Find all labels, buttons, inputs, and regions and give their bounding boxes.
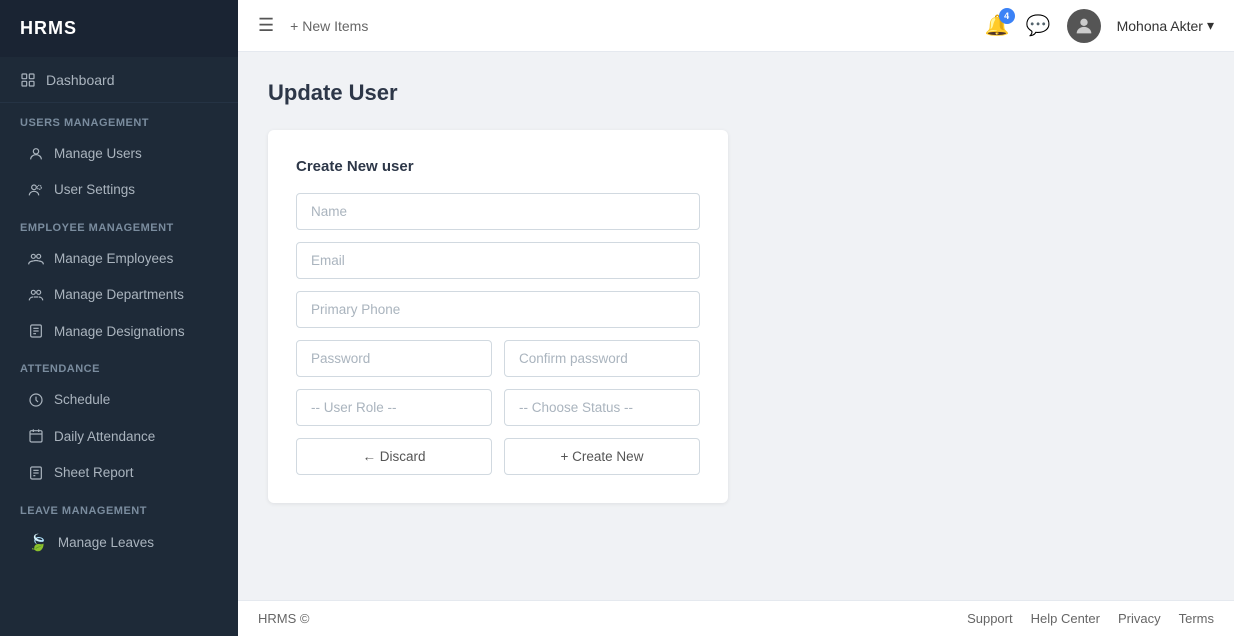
form-card-title: Create New user xyxy=(296,158,700,175)
notification-badge: 4 xyxy=(999,8,1015,24)
sidebar-item-daily-attendance[interactable]: Daily Attendance xyxy=(0,418,238,454)
password-row xyxy=(296,340,700,377)
choose-status-input[interactable] xyxy=(504,389,700,426)
footer-helpcenter-link[interactable]: Help Center xyxy=(1031,611,1100,626)
phone-input[interactable] xyxy=(296,291,700,328)
dashboard-label: Dashboard xyxy=(46,72,115,88)
sidebar-item-manage-users[interactable]: Manage Users xyxy=(0,135,238,171)
section-attendance: Attendance xyxy=(0,349,238,381)
schedule-label: Schedule xyxy=(54,392,110,407)
topbar-icons: 🔔 4 💬 Mohona Akter ▾ xyxy=(985,9,1214,43)
sidebar-item-manage-employees[interactable]: Manage Employees xyxy=(0,240,238,276)
sidebar-item-dashboard[interactable]: Dashboard xyxy=(0,57,238,103)
name-input[interactable] xyxy=(296,193,700,230)
sidebar-item-manage-designations[interactable]: Manage Designations xyxy=(0,313,238,349)
notification-button[interactable]: 🔔 4 xyxy=(985,13,1010,38)
user-name-button[interactable]: Mohona Akter ▾ xyxy=(1117,17,1214,34)
footer: HRMS © Support Help Center Privacy Terms xyxy=(238,600,1234,636)
manage-employees-icon xyxy=(28,250,44,266)
email-input[interactable] xyxy=(296,242,700,279)
manage-users-icon xyxy=(28,145,44,161)
footer-copy: HRMS © xyxy=(258,611,309,626)
user-role-input[interactable] xyxy=(296,389,492,426)
topbar: ☰ + New Items 🔔 4 💬 Mohona Akter ▾ xyxy=(238,0,1234,52)
avatar xyxy=(1067,9,1101,43)
daily-attendance-icon xyxy=(28,428,44,444)
sidebar-item-sheet-report[interactable]: Sheet Report xyxy=(0,454,238,490)
create-user-form-card: Create New user ← Discard + Create New xyxy=(268,130,728,503)
footer-support-link[interactable]: Support xyxy=(967,611,1013,626)
user-settings-icon xyxy=(28,182,44,198)
form-actions: ← Discard + Create New xyxy=(296,438,700,475)
dropdown-chevron-icon: ▾ xyxy=(1207,17,1214,34)
page-title: Update User xyxy=(268,80,1204,106)
main-area: ☰ + New Items 🔔 4 💬 Mohona Akter ▾ Updat… xyxy=(238,0,1234,636)
password-input[interactable] xyxy=(296,340,492,377)
confirm-password-input[interactable] xyxy=(504,340,700,377)
sidebar-item-manage-leaves[interactable]: 🍃 Manage Leaves xyxy=(0,523,238,563)
sheet-report-icon xyxy=(28,464,44,480)
manage-departments-icon xyxy=(28,287,44,303)
app-logo: HRMS xyxy=(0,0,238,57)
manage-leaves-label: Manage Leaves xyxy=(58,535,154,550)
sidebar-item-manage-departments[interactable]: Manage Departments xyxy=(0,277,238,313)
manage-leaves-icon: 🍃 xyxy=(28,533,48,553)
new-items-button[interactable]: + New Items xyxy=(290,18,368,34)
daily-attendance-label: Daily Attendance xyxy=(54,429,155,444)
hamburger-menu-icon[interactable]: ☰ xyxy=(258,15,274,36)
footer-privacy-link[interactable]: Privacy xyxy=(1118,611,1161,626)
create-button[interactable]: + Create New xyxy=(504,438,700,475)
sidebar: HRMS Dashboard Users Management Manage U… xyxy=(0,0,238,636)
manage-employees-label: Manage Employees xyxy=(54,251,173,266)
schedule-icon xyxy=(28,391,44,407)
content-area: Update User Create New user ← Discard + … xyxy=(238,52,1234,600)
manage-designations-label: Manage Designations xyxy=(54,324,185,339)
dashboard-icon xyxy=(20,71,36,88)
role-status-row xyxy=(296,389,700,426)
manage-departments-label: Manage Departments xyxy=(54,287,184,302)
user-settings-label: User Settings xyxy=(54,182,135,197)
chat-icon[interactable]: 💬 xyxy=(1026,13,1051,38)
manage-users-label: Manage Users xyxy=(54,146,142,161)
sidebar-item-schedule[interactable]: Schedule xyxy=(0,381,238,417)
sidebar-item-user-settings[interactable]: User Settings xyxy=(0,172,238,208)
manage-designations-icon xyxy=(28,323,44,339)
section-employee-management: Employee Management xyxy=(0,208,238,240)
sheet-report-label: Sheet Report xyxy=(54,465,134,480)
footer-links: Support Help Center Privacy Terms xyxy=(967,611,1214,626)
section-leave-management: Leave Management xyxy=(0,491,238,523)
footer-terms-link[interactable]: Terms xyxy=(1179,611,1214,626)
section-users-management: Users Management xyxy=(0,103,238,135)
user-name-text: Mohona Akter xyxy=(1117,18,1203,34)
discard-button[interactable]: ← Discard xyxy=(296,438,492,475)
